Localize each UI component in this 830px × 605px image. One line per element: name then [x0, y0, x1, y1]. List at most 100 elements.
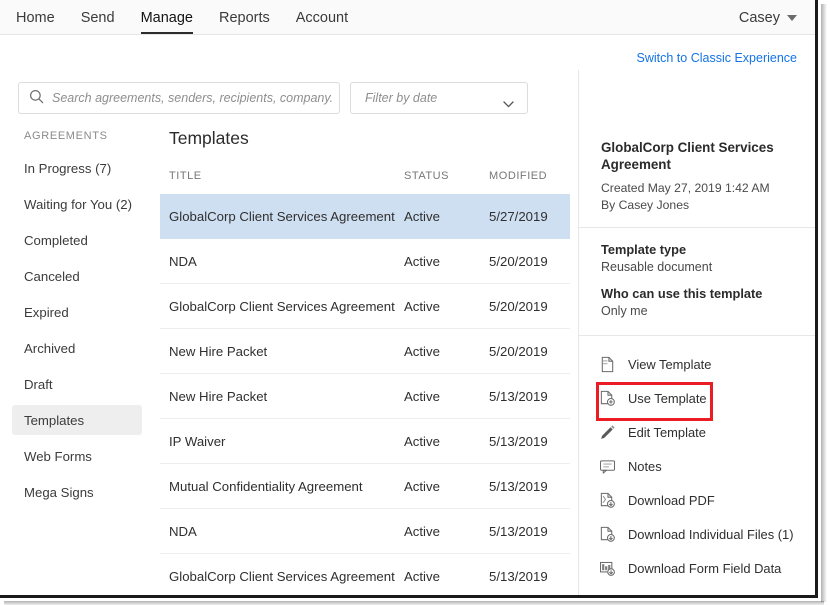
action-label: Edit Template: [628, 425, 706, 440]
who-can-use-value: Only me: [601, 304, 801, 318]
template-type-value: Reusable document: [601, 260, 801, 274]
sidebar-item-archived[interactable]: Archived: [12, 333, 142, 363]
action-use-template[interactable]: Use Template: [598, 382, 805, 416]
table-row[interactable]: NDA Active 5/20/2019: [160, 239, 570, 284]
table-row[interactable]: New Hire Packet Active 5/13/2019: [160, 374, 570, 419]
screenshot-frame: Home Send Manage Reports Account Casey S…: [0, 0, 830, 605]
who-can-use-label: Who can use this template: [601, 286, 801, 301]
application-page: Home Send Manage Reports Account Casey S…: [0, 0, 818, 598]
window-shadow-right: [821, 4, 827, 602]
sidebar-item-waiting-for-you[interactable]: Waiting for You (2): [12, 189, 142, 219]
filter-by-date-label: Filter by date: [365, 91, 503, 105]
action-download-individual-files[interactable]: Download Individual Files (1): [598, 518, 805, 552]
cell-modified: 5/20/2019: [489, 299, 569, 314]
detail-actions: View Template Use Template: [579, 336, 815, 586]
detail-author: By Casey Jones: [601, 198, 801, 212]
cell-modified: 5/13/2019: [489, 524, 569, 539]
sidebar-item-templates[interactable]: Templates: [12, 405, 142, 435]
nav-item-reports[interactable]: Reports: [219, 0, 270, 35]
cell-title: IP Waiver: [169, 434, 404, 449]
filter-by-date-dropdown[interactable]: Filter by date: [350, 82, 528, 114]
switch-to-classic-link[interactable]: Switch to Classic Experience: [637, 51, 797, 65]
cell-modified: 5/27/2019: [489, 209, 569, 224]
user-menu[interactable]: Casey: [739, 0, 797, 35]
table-row[interactable]: GlobalCorp Client Services Agreement Act…: [160, 554, 570, 598]
cell-title: New Hire Packet: [169, 389, 404, 404]
sidebar-item-mega-signs[interactable]: Mega Signs: [12, 477, 142, 507]
action-label: View Template: [628, 357, 711, 372]
cell-title: New Hire Packet: [169, 344, 404, 359]
cell-status: Active: [404, 209, 489, 224]
cell-status: Active: [404, 479, 489, 494]
detail-title: GlobalCorp Client Services Agreement: [601, 140, 801, 174]
cell-status: Active: [404, 299, 489, 314]
cell-title: Mutual Confidentiality Agreement: [169, 479, 404, 494]
search-input[interactable]: [52, 91, 332, 105]
pencil-edit-icon: [598, 423, 617, 442]
sidebar-item-in-progress[interactable]: In Progress (7): [12, 153, 142, 183]
main-content: Templates TITLE STATUS MODIFIED GlobalCo…: [160, 128, 570, 598]
search-field[interactable]: [18, 82, 340, 114]
chevron-down-icon: [503, 95, 514, 102]
table-header-row: TITLE STATUS MODIFIED: [160, 170, 570, 194]
action-edit-template[interactable]: Edit Template: [598, 416, 805, 450]
cell-modified: 5/13/2019: [489, 479, 569, 494]
chevron-down-icon: [787, 15, 797, 21]
nav-item-manage[interactable]: Manage: [141, 0, 193, 35]
page-title: Templates: [169, 128, 570, 149]
spacer: [601, 274, 801, 286]
speech-bubble-notes-icon: [598, 457, 617, 476]
table-row[interactable]: IP Waiver Active 5/13/2019: [160, 419, 570, 464]
column-header-title: TITLE: [169, 170, 404, 182]
nav-item-account[interactable]: Account: [296, 0, 348, 35]
cell-title: NDA: [169, 524, 404, 539]
detail-metadata: Template type Reusable document Who can …: [579, 228, 815, 318]
download-pdf-icon: [598, 491, 617, 510]
cell-modified: 5/20/2019: [489, 254, 569, 269]
nav-item-home[interactable]: Home: [16, 0, 55, 35]
nav-item-send[interactable]: Send: [81, 0, 115, 35]
detail-header: GlobalCorp Client Services Agreement Cre…: [579, 70, 815, 212]
table-row[interactable]: GlobalCorp Client Services Agreement Act…: [160, 284, 570, 329]
cell-title: NDA: [169, 254, 404, 269]
action-notes[interactable]: Notes: [598, 450, 805, 484]
table-row[interactable]: New Hire Packet Active 5/20/2019: [160, 329, 570, 374]
cell-status: Active: [404, 569, 489, 584]
column-header-modified: MODIFIED: [489, 170, 569, 182]
detail-created: Created May 27, 2019 1:42 AM: [601, 181, 801, 195]
sidebar-item-expired[interactable]: Expired: [12, 297, 142, 327]
action-label: Use Template: [628, 391, 707, 406]
cell-status: Active: [404, 434, 489, 449]
cell-modified: 5/13/2019: [489, 389, 569, 404]
table-row[interactable]: NDA Active 5/13/2019: [160, 509, 570, 554]
sidebar-heading: AGREEMENTS: [24, 130, 160, 142]
cell-modified: 5/13/2019: [489, 434, 569, 449]
cell-status: Active: [404, 524, 489, 539]
sidebar-item-completed[interactable]: Completed: [12, 225, 142, 255]
sidebar-item-canceled[interactable]: Canceled: [12, 261, 142, 291]
action-download-pdf[interactable]: Download PDF: [598, 484, 805, 518]
download-form-data-icon: [598, 559, 617, 578]
download-file-icon: [598, 525, 617, 544]
template-type-label: Template type: [601, 242, 801, 257]
window-shadow-bottom: [4, 601, 824, 605]
action-label: Notes: [628, 459, 662, 474]
sidebar-item-draft[interactable]: Draft: [12, 369, 142, 399]
cell-title: GlobalCorp Client Services Agreement: [169, 299, 404, 314]
nav-items: Home Send Manage Reports Account: [16, 0, 374, 35]
sidebar: AGREEMENTS In Progress (7) Waiting for Y…: [0, 130, 160, 513]
action-download-form-field-data[interactable]: Download Form Field Data: [598, 552, 805, 586]
document-use-icon: [598, 389, 617, 408]
action-label: Download Form Field Data: [628, 561, 781, 576]
table-row[interactable]: Mutual Confidentiality Agreement Active …: [160, 464, 570, 509]
cell-modified: 5/20/2019: [489, 344, 569, 359]
action-label: Download Individual Files (1): [628, 527, 794, 542]
cell-status: Active: [404, 254, 489, 269]
search-icon: [29, 89, 44, 109]
sidebar-item-web-forms[interactable]: Web Forms: [12, 441, 142, 471]
user-name: Casey: [739, 10, 780, 26]
cell-status: Active: [404, 344, 489, 359]
cell-title: GlobalCorp Client Services Agreement: [169, 569, 404, 584]
table-row[interactable]: GlobalCorp Client Services Agreement Act…: [160, 194, 570, 239]
action-view-template[interactable]: View Template: [598, 348, 805, 382]
